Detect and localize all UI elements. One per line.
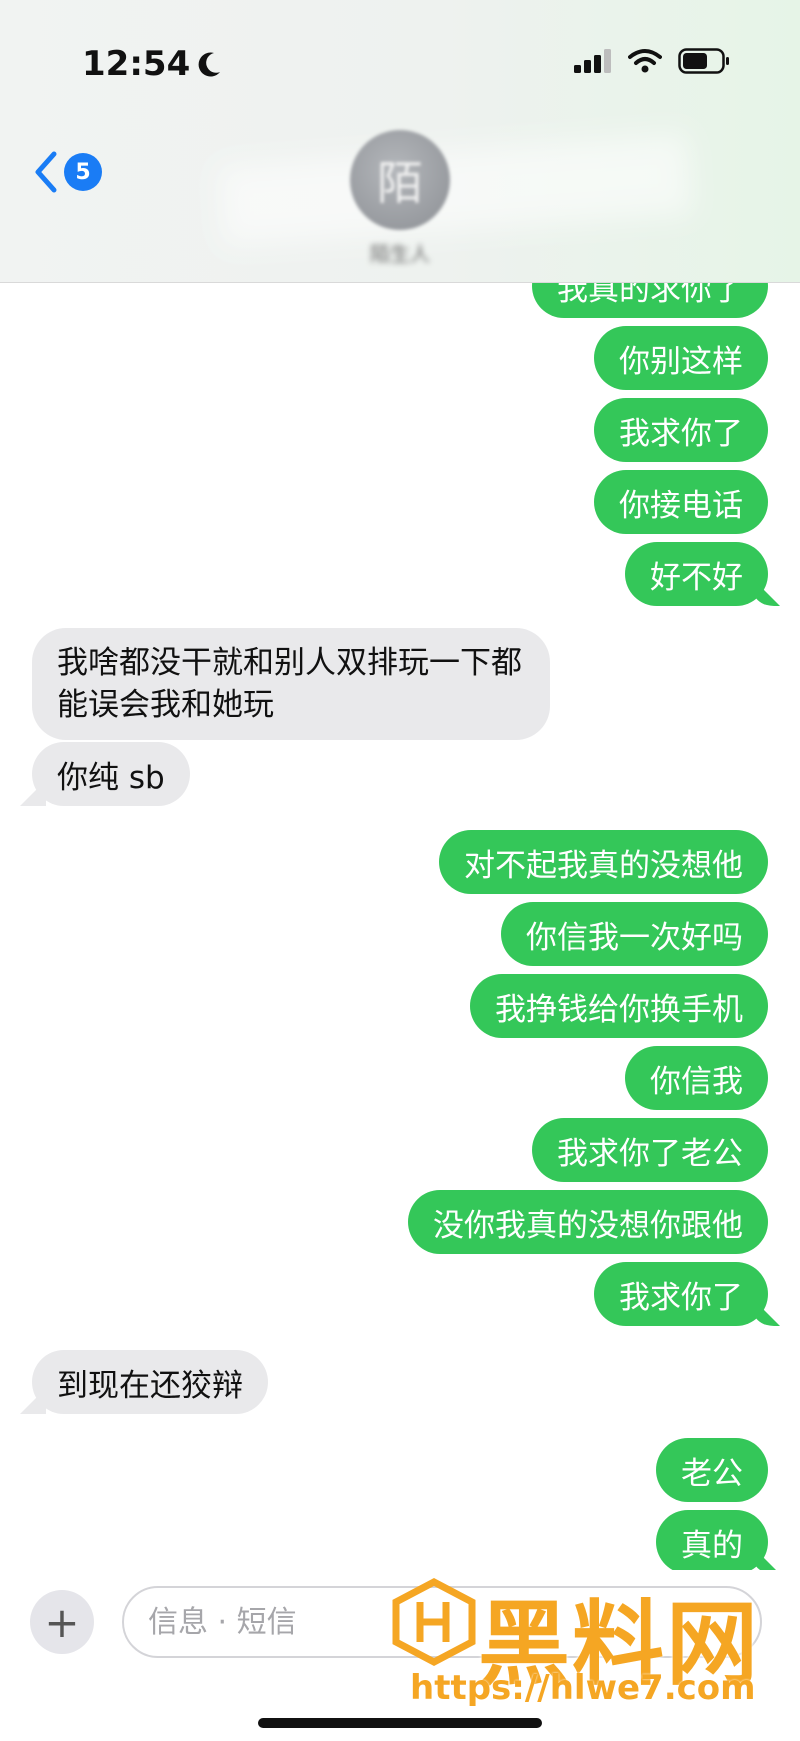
- message-bubble-sent[interactable]: 我挣钱给你换手机: [470, 974, 768, 1038]
- watermark-url: https://hlwe7.com: [410, 1668, 756, 1708]
- message-bubble-sent[interactable]: 你别这样: [594, 326, 768, 390]
- unread-count-badge: 5: [64, 153, 102, 191]
- message-bubble-sent[interactable]: 你信我: [625, 1046, 768, 1110]
- message-bubble-sent[interactable]: 真的: [656, 1510, 768, 1574]
- message-bubble-sent[interactable]: 对不起我真的没想他: [439, 830, 768, 894]
- add-attachment-button[interactable]: +: [30, 1590, 94, 1654]
- message-bubble-sent[interactable]: 我求你了: [594, 1262, 768, 1326]
- watermark-logo-icon: [392, 1578, 476, 1666]
- message-bubble-sent[interactable]: 好不好: [625, 542, 768, 606]
- message-bubble-sent[interactable]: 我求你了: [594, 398, 768, 462]
- moon-icon: [198, 52, 221, 77]
- message-bubble-sent[interactable]: 你接电话: [594, 470, 768, 534]
- contact-name[interactable]: 陌生人: [300, 238, 500, 267]
- signal-icon: [574, 49, 611, 73]
- back-button[interactable]: 5: [32, 150, 102, 194]
- message-bubble-sent[interactable]: 你信我一次好吗: [501, 902, 768, 966]
- status-bar-time: 12:54: [82, 44, 222, 84]
- wifi-icon: [628, 49, 662, 73]
- contact-avatar[interactable]: 陌: [350, 130, 450, 230]
- message-bubble-received[interactable]: 到现在还狡辩: [32, 1350, 268, 1414]
- message-bubble-received[interactable]: 你纯 sb: [32, 742, 190, 806]
- home-indicator[interactable]: [258, 1718, 542, 1728]
- battery-icon: [678, 48, 729, 74]
- conversation-header: 12:54 5 陌 陌生人: [0, 0, 800, 283]
- message-bubble-sent[interactable]: 没你我真的没想你跟他: [408, 1190, 768, 1254]
- status-bar-indicators: [574, 48, 730, 74]
- message-bubble-sent[interactable]: 我求你了老公: [532, 1118, 768, 1182]
- clock-text: 12:54: [82, 44, 191, 84]
- chevron-left-icon: [35, 151, 57, 193]
- message-bubble-received[interactable]: 我啥都没干就和别人双排玩一下都能误会我和她玩: [32, 628, 550, 740]
- blur-overlay: [217, 133, 693, 247]
- message-bubble-sent[interactable]: 老公: [656, 1438, 768, 1502]
